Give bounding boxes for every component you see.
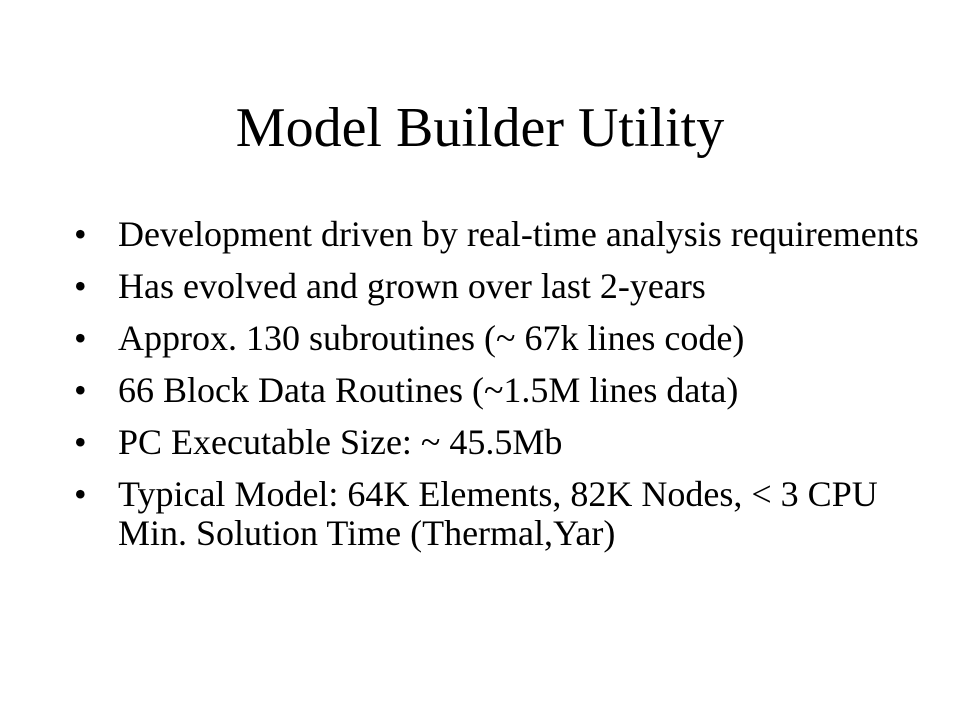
bullet-text: Has evolved and grown over last 2-years bbox=[118, 266, 706, 306]
bullet-text: Approx. 130 subroutines (~ 67k lines cod… bbox=[118, 318, 745, 358]
bullet-text: Typical Model: 64K Elements, 82K Nodes, … bbox=[118, 474, 878, 553]
bullet-marker: • bbox=[74, 214, 87, 254]
bullet-text: PC Executable Size: ~ 45.5Mb bbox=[118, 422, 563, 462]
bullet-text: 66 Block Data Routines (~1.5M lines data… bbox=[118, 370, 739, 410]
bullet-item: • PC Executable Size: ~ 45.5Mb bbox=[70, 423, 930, 462]
bullet-marker: • bbox=[74, 474, 87, 514]
bullet-text: Development driven by real-time analysis… bbox=[118, 214, 919, 254]
bullet-item: • Development driven by real-time analys… bbox=[70, 215, 930, 254]
slide-title: Model Builder Utility bbox=[235, 97, 725, 159]
bullet-marker: • bbox=[74, 370, 87, 410]
bullet-item: • Approx. 130 subroutines (~ 67k lines c… bbox=[70, 319, 930, 358]
bullet-marker: • bbox=[74, 422, 87, 462]
bullet-item: • Has evolved and grown over last 2-year… bbox=[70, 267, 930, 306]
bullet-item: • Typical Model: 64K Elements, 82K Nodes… bbox=[70, 475, 930, 553]
bullet-marker: • bbox=[74, 318, 87, 358]
slide: Model Builder Utility • Development driv… bbox=[0, 0, 960, 720]
bullet-item: • 66 Block Data Routines (~1.5M lines da… bbox=[70, 371, 930, 410]
bullet-marker: • bbox=[74, 266, 87, 306]
bullet-list: • Development driven by real-time analys… bbox=[70, 215, 930, 566]
